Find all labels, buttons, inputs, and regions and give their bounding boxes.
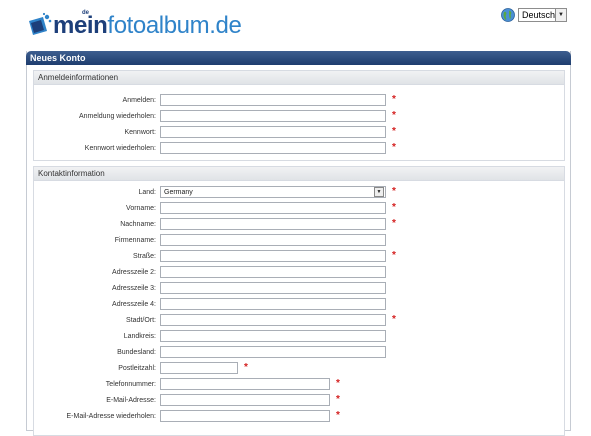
required-marker: * (392, 142, 396, 153)
required-marker: * (244, 362, 248, 373)
required-marker: * (392, 126, 396, 137)
language-value: Deutsch (522, 10, 556, 20)
contact-section-title: Kontaktinformation (34, 167, 564, 181)
input-bundesland[interactable] (160, 346, 386, 358)
field-label-e-mail-adresse: E-Mail-Adresse: (106, 396, 156, 404)
field-label-anmelden: Anmelden: (122, 96, 156, 104)
panel-title: Neues Konto (26, 51, 571, 65)
field-label-adresszeile-4: Adresszeile 4: (112, 300, 156, 308)
field-label-kennwort-wiederholen: Kennwort wiederholen: (84, 144, 156, 152)
logo-text-bold: mein (53, 12, 108, 39)
input-vorname[interactable] (160, 202, 386, 214)
input-e-mail-adresse[interactable] (160, 394, 330, 406)
input-adresszeile-2[interactable] (160, 266, 386, 278)
field-label-land: Land: (138, 188, 156, 196)
login-section: Anmeldeinformationen Anmelden: * Anmeldung… (33, 70, 565, 161)
field-label-anmeldung-wiederholen: Anmeldung wiederholen: (78, 112, 156, 120)
required-marker: * (392, 110, 396, 121)
select-land[interactable]: Germany ▼ (160, 186, 386, 198)
form-row: Kennwort wiederholen: * (34, 142, 396, 154)
form-row: Land: Germany ▼ * (34, 186, 396, 198)
field-label-straße: Straße: (133, 252, 156, 260)
select-value: Germany (164, 188, 193, 196)
required-marker: * (392, 202, 396, 213)
site-logo[interactable]: meinfotoalbum.de de (26, 6, 242, 39)
form-row: Anmelden: * (34, 94, 396, 106)
new-account-panel: Neues Konto Anmeldeinformationen Anmelde… (26, 51, 571, 436)
input-stadt-ort[interactable] (160, 314, 386, 326)
required-marker: * (336, 410, 340, 421)
field-label-e-mail-adresse-wiederholen: E-Mail-Adresse wiederholen: (66, 412, 156, 420)
form-row: Nachname: * (34, 218, 396, 230)
input-adresszeile-4[interactable] (160, 298, 386, 310)
field-label-firmenname: Firmenname: (114, 236, 156, 244)
required-marker: * (392, 218, 396, 229)
form-row: Straße: * (34, 250, 396, 262)
logo-superscript: de (82, 10, 90, 16)
input-kennwort[interactable] (160, 126, 386, 138)
input-e-mail-adresse-wiederholen[interactable] (160, 410, 330, 422)
form-row: Anmeldung wiederholen: * (34, 110, 396, 122)
input-firmenname[interactable] (160, 234, 386, 246)
form-row: Vorname: * (34, 202, 396, 214)
language-dropdown[interactable]: Deutsch ▼ (518, 8, 567, 22)
form-row: Adresszeile 4: (34, 298, 386, 310)
form-row: Stadt/Ort: * (34, 314, 396, 326)
form-row: Adresszeile 3: (34, 282, 386, 294)
logo-text-light: fotoalbum (107, 12, 210, 39)
input-anmeldung-wiederholen[interactable] (160, 110, 386, 122)
required-marker: * (392, 94, 396, 105)
form-row: Postleitzahl: * (34, 362, 248, 374)
field-label-stadt-ort: Stadt/Ort: (126, 316, 156, 324)
field-label-telefonnummer: Telefonnummer: (105, 380, 156, 388)
field-label-postleitzahl: Postleitzahl: (118, 364, 156, 372)
logo-wordmark: meinfotoalbum.de (53, 12, 242, 39)
field-label-adresszeile-3: Adresszeile 3: (112, 284, 156, 292)
required-marker: * (336, 394, 340, 405)
photo-album-icon (26, 12, 52, 38)
input-straße[interactable] (160, 250, 386, 262)
field-label-nachname: Nachname: (120, 220, 156, 228)
field-label-bundesland: Bundesland: (117, 348, 156, 356)
field-label-vorname: Vorname: (126, 204, 156, 212)
field-label-adresszeile-2: Adresszeile 2: (112, 268, 156, 276)
form-row: E-Mail-Adresse: * (34, 394, 340, 406)
contact-section: Kontaktinformation Land: Germany ▼ * Vorname… (33, 166, 565, 436)
login-section-title: Anmeldeinformationen (34, 71, 564, 85)
input-adresszeile-3[interactable] (160, 282, 386, 294)
logo-text-domain: .de (209, 12, 242, 39)
input-nachname[interactable] (160, 218, 386, 230)
form-row: Kennwort: * (34, 126, 396, 138)
required-marker: * (392, 186, 396, 197)
language-selector[interactable]: Deutsch ▼ (501, 8, 567, 22)
form-row: Bundesland: (34, 346, 386, 358)
globe-icon (501, 8, 515, 22)
input-telefonnummer[interactable] (160, 378, 330, 390)
required-marker: * (336, 378, 340, 389)
chevron-down-icon[interactable]: ▼ (374, 187, 384, 197)
input-kennwort-wiederholen[interactable] (160, 142, 386, 154)
required-marker: * (392, 314, 396, 325)
form-row: Landkreis: (34, 330, 386, 342)
input-postleitzahl[interactable] (160, 362, 238, 374)
field-label-kennwort: Kennwort: (124, 128, 156, 136)
required-marker: * (392, 250, 396, 261)
chevron-down-icon[interactable]: ▼ (555, 9, 566, 21)
form-row: E-Mail-Adresse wiederholen: * (34, 410, 340, 422)
form-row: Telefonnummer: * (34, 378, 340, 390)
input-landkreis[interactable] (160, 330, 386, 342)
form-row: Adresszeile 2: (34, 266, 386, 278)
input-anmelden[interactable] (160, 94, 386, 106)
form-row: Firmenname: (34, 234, 386, 246)
field-label-landkreis: Landkreis: (123, 332, 156, 340)
